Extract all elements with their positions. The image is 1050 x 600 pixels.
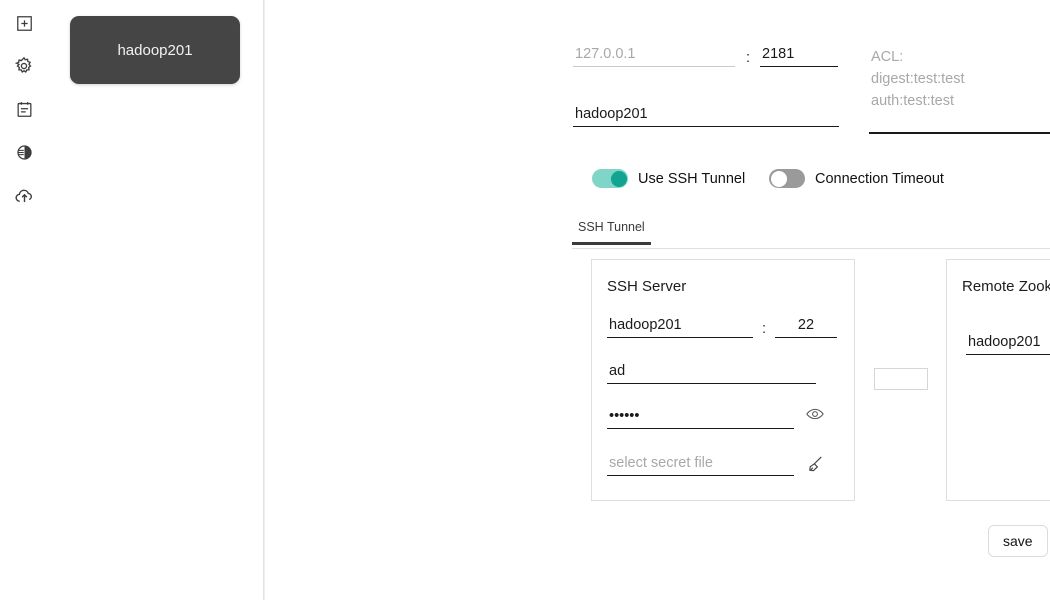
ssh-host-input[interactable]: [607, 317, 753, 338]
ssh-password-input[interactable]: [607, 408, 794, 429]
ssh-secret-file-input[interactable]: [607, 455, 794, 476]
remote-zookeeper-panel: Remote Zookeeper Server :: [946, 259, 1050, 501]
icon-rail: [0, 0, 48, 600]
ssh-username-input[interactable]: [607, 363, 816, 384]
session-card-label: hadoop201: [117, 42, 192, 59]
use-ssh-tunnel-label: Use SSH Tunnel: [638, 171, 745, 187]
connection-timeout-switch[interactable]: [769, 169, 805, 188]
action-button-row: save connect delete: [988, 525, 1050, 557]
remote-zookeeper-title: Remote Zookeeper Server: [962, 278, 1050, 295]
broom-icon[interactable]: [805, 453, 825, 475]
use-ssh-tunnel-toggle[interactable]: Use SSH Tunnel: [592, 169, 745, 188]
ssh-host-port-separator: :: [762, 321, 766, 336]
connection-name-input[interactable]: [573, 106, 839, 127]
remote-host-input[interactable]: [966, 334, 1050, 355]
acl-input[interactable]: [869, 44, 1050, 134]
eye-icon[interactable]: [805, 406, 825, 426]
add-box-icon[interactable]: [11, 10, 37, 36]
host-port-separator: :: [746, 50, 750, 65]
ssh-tunnel-knob: [611, 171, 627, 187]
ssh-tunnel-switch[interactable]: [592, 169, 628, 188]
cloud-upload-icon[interactable]: [11, 182, 37, 208]
tabstrip: SSH Tunnel: [572, 218, 1050, 249]
clipboard-icon[interactable]: [11, 96, 37, 122]
host-input[interactable]: [573, 46, 735, 67]
ssh-server-panel: SSH Server :: [591, 259, 855, 501]
contrast-icon[interactable]: [11, 139, 37, 165]
gear-icon[interactable]: [11, 53, 37, 79]
connection-detail-pane: : X Use SSH Tunnel Connection Timeout SS…: [264, 0, 1050, 600]
save-button[interactable]: save: [988, 525, 1048, 557]
port-input[interactable]: [760, 46, 838, 67]
ssh-server-title: SSH Server: [607, 278, 686, 295]
app-root: hadoop201 : X Use SSH Tunnel Connection …: [0, 0, 1050, 600]
connection-timeout-toggle[interactable]: Connection Timeout: [769, 169, 944, 188]
tab-ssh-tunnel[interactable]: SSH Tunnel: [572, 220, 651, 245]
tunnel-link-box: [874, 368, 928, 390]
session-list: hadoop201: [48, 0, 264, 600]
connection-timeout-knob: [771, 171, 787, 187]
connection-timeout-label: Connection Timeout: [815, 171, 944, 187]
ssh-port-input[interactable]: [775, 317, 837, 338]
session-card-hadoop201[interactable]: hadoop201: [70, 16, 240, 84]
